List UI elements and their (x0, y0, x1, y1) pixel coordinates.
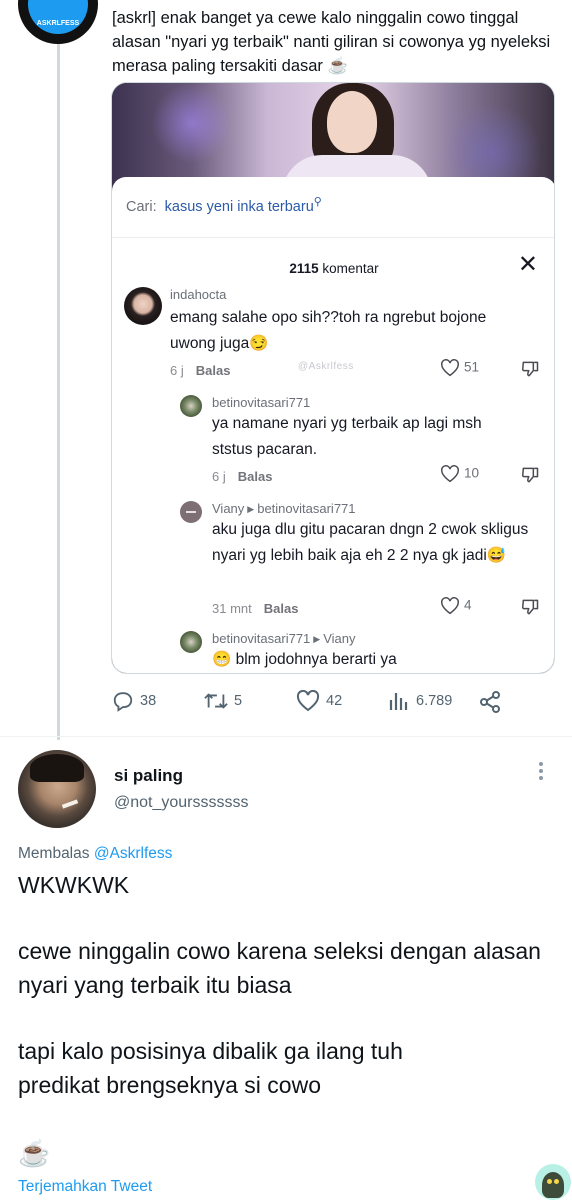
reply-arrow-icon: ▶ (247, 504, 255, 515)
user-handle[interactable]: @not_yoursssssss (114, 794, 249, 812)
avatar[interactable] (180, 631, 202, 653)
close-icon[interactable]: ✕ (518, 253, 538, 277)
retweet-button[interactable]: 5 (204, 690, 242, 712)
tweet-text-paragraph: tapi kalo posisinya dibalik ga ilang tuh… (18, 1038, 403, 1098)
reply-arrow-icon: ▶ (313, 634, 321, 645)
comment: Viany ▶ betinovitasari771 aku juga dlu git… (180, 501, 550, 631)
tiktok-comment-sheet: Cari: kasus yeni inka terbaru⚲ 2115 kome… (112, 177, 554, 673)
tweet-text-line: WKWKWK (18, 872, 130, 898)
comment-meta: 6 j Balas (212, 469, 272, 484)
avatar[interactable] (18, 750, 96, 828)
comment-meta: 6 j Balas (170, 363, 230, 378)
comment-meta: 31 mnt Balas (212, 601, 298, 616)
comment-text: 😁 blm jodohnya berarti ya (212, 651, 397, 668)
views-icon (389, 693, 408, 710)
dislike-icon[interactable] (520, 597, 540, 622)
display-name[interactable]: si paling (114, 766, 183, 786)
tiktok-search-row[interactable]: Cari: kasus yeni inka terbaru⚲ (126, 195, 322, 215)
reply-icon (113, 692, 133, 712)
avatar[interactable] (180, 501, 202, 523)
comment-word: komentar (322, 261, 379, 276)
avatar[interactable] (180, 395, 202, 417)
divider (0, 736, 572, 737)
share-icon (480, 691, 500, 713)
tweet-action-bar: 38 5 42 6.789 (112, 689, 512, 716)
tweet-text-paragraph: cewe ninggalin cowo karena seleksi denga… (18, 938, 541, 998)
reply-link[interactable]: Balas (196, 363, 231, 378)
comment: betinovitasari771 ya namane nyari yg ter… (180, 395, 550, 495)
comment-username[interactable]: indahocta (170, 287, 226, 302)
translate-link[interactable]: Terjemahkan Tweet (18, 1178, 152, 1196)
comment-username[interactable]: betinovitasari771 (212, 395, 310, 410)
search-query: kasus yeni inka terbaru (164, 198, 314, 215)
askrlfess-avatar[interactable]: ASKRLFESS (18, 0, 98, 44)
comment-count-title: 2115 komentar (112, 261, 554, 276)
avatar-brand: ASKRLFESS (36, 20, 80, 27)
tweet-media-screenshot[interactable]: Cari: kasus yeni inka terbaru⚲ 2115 kome… (111, 82, 555, 674)
share-button[interactable] (478, 690, 508, 714)
dislike-icon[interactable] (520, 465, 540, 490)
floating-avatar[interactable] (535, 1164, 571, 1200)
search-icon: ⚲ (313, 196, 322, 208)
heart-icon (441, 597, 459, 615)
reply-link[interactable]: Balas (238, 469, 273, 484)
search-label: Cari: (126, 198, 157, 215)
dislike-icon[interactable] (520, 359, 540, 384)
comment: indahocta emang salahe opo sih??toh ra n… (124, 287, 544, 397)
like-count[interactable]: 51 (440, 359, 479, 377)
coffee-emoji: ☕ (18, 1138, 51, 1168)
like-count[interactable]: 4 (440, 597, 472, 615)
comment-username[interactable]: betinovitasari771 ▶ Viany (212, 631, 356, 646)
thread-line (57, 40, 60, 740)
comment: betinovitasari771 ▶ Viany 😁 blm jodohnya b… (180, 631, 550, 673)
replying-prefix: Membalas (18, 845, 90, 862)
comment-time: 6 j (212, 469, 226, 484)
avatar[interactable] (124, 287, 162, 325)
reply-button[interactable]: 38 (112, 690, 156, 712)
comment-time: 6 j (170, 363, 184, 378)
retweet-icon (204, 693, 228, 709)
like-button[interactable]: 42 (296, 689, 342, 712)
like-count[interactable]: 10 (440, 465, 479, 483)
comment-count: 2115 (289, 261, 319, 276)
divider (112, 237, 554, 238)
mention-link[interactable]: @Askrlfess (94, 845, 173, 862)
more-icon[interactable] (539, 762, 545, 784)
comment-text: ya namane nyari yg terbaik ap lagi msh s… (212, 415, 482, 458)
comment-text: aku juga dlu gitu pacaran dngn 2 cwok sk… (212, 521, 529, 564)
views-button[interactable]: 6.789 (388, 690, 452, 712)
heart-icon (441, 465, 459, 483)
replying-to: Membalas @Askrlfess (18, 845, 172, 863)
like-icon (296, 689, 320, 712)
comment-text: emang salahe opo sih??toh ra ngrebut boj… (170, 309, 487, 352)
comment-time: 31 mnt (212, 601, 252, 616)
heart-icon (441, 359, 459, 377)
comment-username[interactable]: Viany ▶ betinovitasari771 (212, 501, 356, 516)
reply-link[interactable]: Balas (264, 601, 299, 616)
quoted-tweet-text: [askrl] enak banget ya cewe kalo ninggal… (112, 9, 551, 75)
